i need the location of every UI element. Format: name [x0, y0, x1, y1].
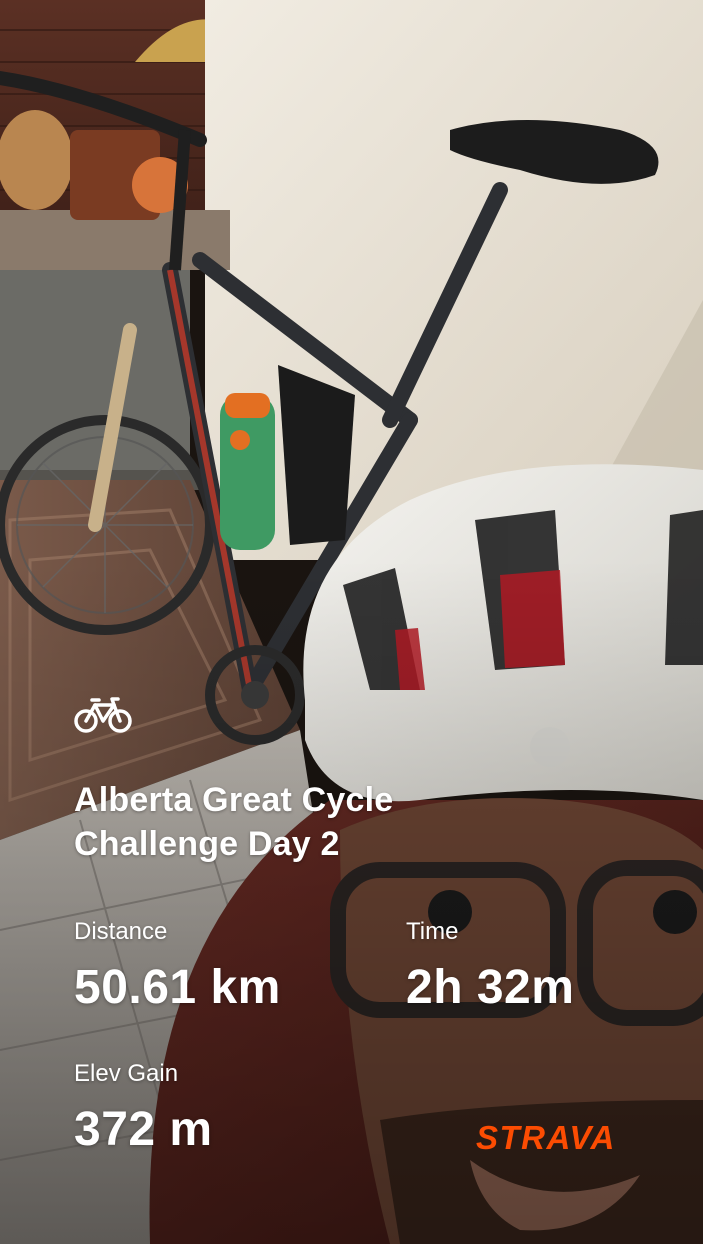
strava-logo: STRAVA	[476, 1119, 616, 1156]
time-value: 2h 32m	[406, 961, 575, 1014]
distance-label: Distance	[74, 918, 168, 945]
activity-title: Alberta Great Cycle Challenge Day 2	[74, 778, 594, 866]
bicycle-icon	[74, 697, 132, 733]
elevation-gain-label: Elev Gain	[74, 1060, 179, 1087]
distance-value: 50.61 km	[74, 961, 281, 1014]
activity-title-line1: Alberta Great Cycle	[74, 781, 394, 819]
time-label: Time	[406, 918, 459, 945]
activity-title-line2: Challenge Day 2	[74, 825, 340, 863]
activity-share-card: Alberta Great Cycle Challenge Day 2 Dist…	[0, 0, 703, 1244]
stats-overlay: Alberta Great Cycle Challenge Day 2 Dist…	[0, 0, 703, 1244]
elevation-gain-value: 372 m	[74, 1103, 213, 1156]
